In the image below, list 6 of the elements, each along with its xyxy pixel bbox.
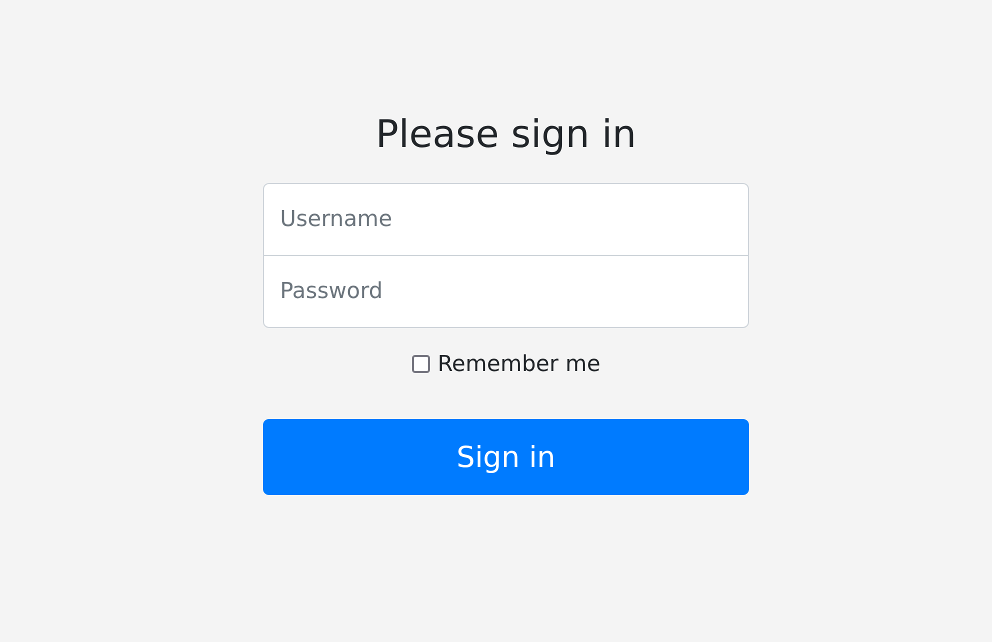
input-field[interactable]: Password [263, 254, 749, 328]
remember-label: Remember me [438, 352, 600, 377]
remember-checkbox[interactable] [412, 355, 430, 374]
form-heading: Please sign in [374, 112, 638, 158]
sign-in-button[interactable]: Sign in [263, 418, 749, 495]
input-field[interactable]: Username [263, 182, 749, 256]
